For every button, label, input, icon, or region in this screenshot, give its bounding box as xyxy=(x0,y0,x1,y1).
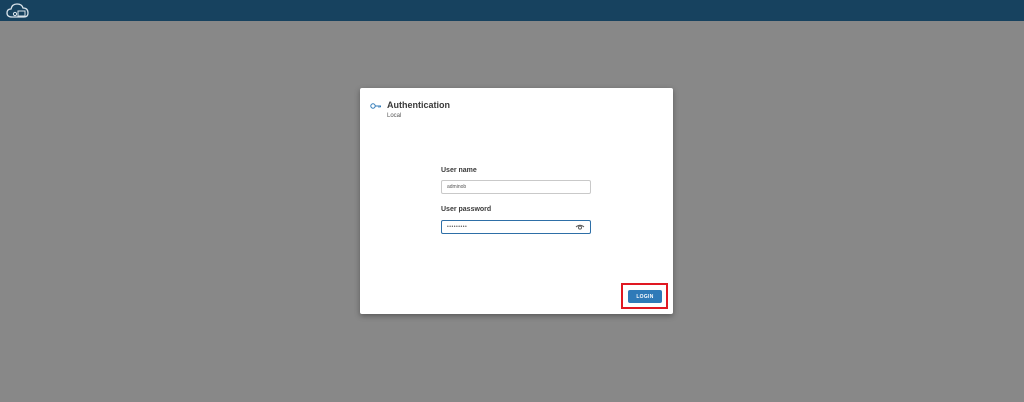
password-label: User password xyxy=(441,206,492,213)
authentication-dialog: Authentication Local User name User pass… xyxy=(360,88,673,314)
dialog-subtitle: Local xyxy=(387,113,402,119)
key-icon xyxy=(370,103,381,109)
top-bar xyxy=(0,0,1024,21)
username-input[interactable] xyxy=(441,180,591,194)
eye-icon[interactable] xyxy=(575,222,585,232)
password-input[interactable] xyxy=(441,220,591,234)
dialog-title: Authentication xyxy=(387,100,450,110)
username-label: User name xyxy=(441,167,477,174)
cloud-logo-icon[interactable] xyxy=(6,2,32,20)
login-highlight-box xyxy=(621,283,668,309)
